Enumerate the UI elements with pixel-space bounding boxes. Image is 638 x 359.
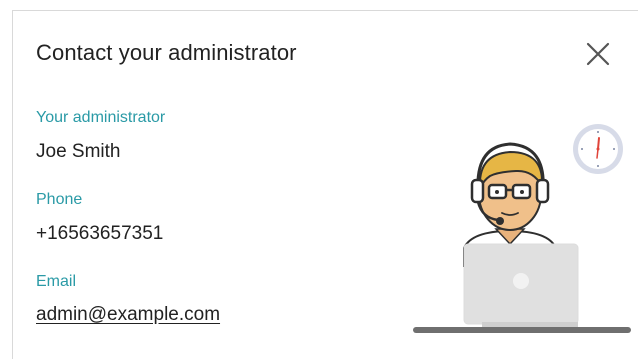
email-label: Email	[36, 273, 77, 290]
email-value: admin@example.com	[36, 304, 220, 326]
administrator-label: Your administrator	[36, 109, 166, 126]
clock-icon	[573, 124, 623, 174]
close-icon[interactable]	[586, 42, 610, 66]
email-link[interactable]: admin@example.com	[36, 304, 220, 325]
dialog-title: Contact your administrator	[36, 40, 297, 65]
laptop-icon	[413, 243, 631, 333]
administrator-name: Joe Smith	[36, 141, 121, 162]
phone-value: +16563657351	[36, 223, 164, 244]
support-agent-illustration	[398, 116, 638, 346]
phone-label: Phone	[36, 191, 83, 208]
contact-admin-dialog: Contact your administrator Your administ…	[12, 10, 638, 359]
